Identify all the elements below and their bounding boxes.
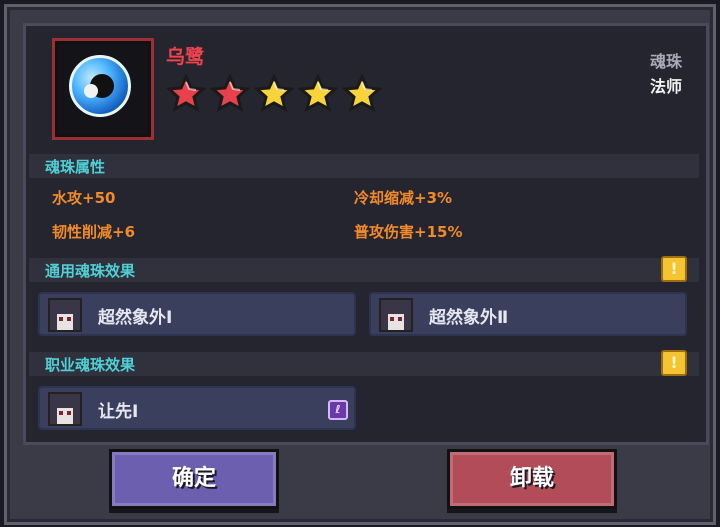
attributes-title: 魂珠属性 — [45, 158, 106, 176]
skill-badge-icon: ℓ — [328, 400, 348, 420]
unload-button[interactable]: 卸载 — [447, 449, 617, 509]
soul-orb-dialog: 乌鹭 魂珠 法师 魂珠属性 水攻+50 冷却缩减+3% 韧性削减+6 普攻伤害+… — [4, 4, 716, 525]
star-icon — [166, 74, 206, 114]
class-effects-title: 职业魂珠效果 — [45, 356, 136, 374]
confirm-button[interactable]: 确定 — [109, 449, 279, 509]
attributes-header: 魂珠属性 — [29, 154, 699, 178]
general-effects-title: 通用魂珠效果 — [45, 262, 136, 280]
detail-panel: 乌鹭 魂珠 法师 魂珠属性 水攻+50 冷却缩减+3% 韧性削减+6 普攻伤害+… — [23, 23, 709, 445]
effect-label: 超然象外Ⅰ — [98, 308, 173, 328]
item-type-label: 魂珠 — [649, 52, 682, 71]
general-effect-card[interactable]: 超然象外Ⅱ — [369, 292, 687, 336]
attribute-item: 冷却缩减+3% — [354, 189, 453, 207]
attribute-item: 水攻+50 — [52, 189, 116, 207]
character-avatar-icon — [48, 298, 82, 332]
character-avatar-icon — [48, 392, 82, 426]
star-rating — [166, 74, 382, 114]
general-effects-info-button[interactable]: ! — [661, 256, 687, 282]
attribute-item: 韧性削减+6 — [52, 223, 136, 241]
star-icon — [210, 74, 250, 114]
class-effects-header: 职业魂珠效果 ! — [29, 350, 699, 376]
class-effects-info-button[interactable]: ! — [661, 350, 687, 376]
star-icon — [342, 74, 382, 114]
star-icon — [254, 74, 294, 114]
star-icon — [298, 74, 338, 114]
character-avatar-icon — [379, 298, 413, 332]
blue-soul-orb-icon — [69, 55, 131, 117]
class-effect-card[interactable]: 让先Ⅰ ℓ — [38, 386, 356, 430]
general-effect-card[interactable]: 超然象外Ⅰ — [38, 292, 356, 336]
item-icon-frame — [52, 38, 154, 140]
item-class-label: 法师 — [649, 77, 682, 96]
effect-label: 超然象外Ⅱ — [429, 308, 509, 328]
item-name: 乌鹭 — [166, 46, 205, 68]
general-effects-header: 通用魂珠效果 ! — [29, 256, 699, 282]
attribute-item: 普攻伤害+15% — [354, 223, 463, 241]
effect-label: 让先Ⅰ — [98, 402, 139, 422]
